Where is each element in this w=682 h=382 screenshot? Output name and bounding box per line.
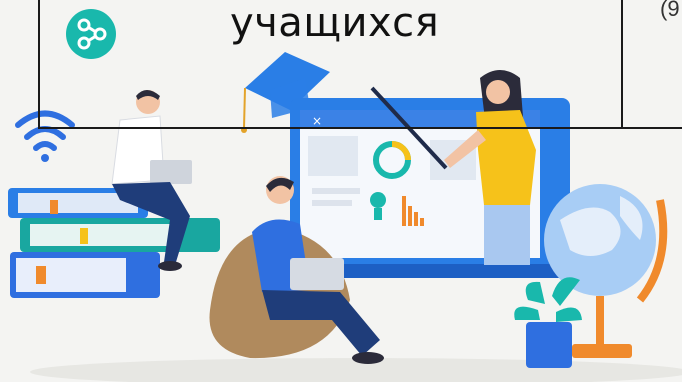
- book-stack: [8, 188, 220, 298]
- share-icon: [66, 9, 116, 59]
- table-cell-divider: [621, 0, 623, 128]
- cut-off-text: (9: [660, 0, 680, 21]
- heading-text: учащихся: [230, 0, 440, 46]
- plant-pot: [514, 277, 582, 368]
